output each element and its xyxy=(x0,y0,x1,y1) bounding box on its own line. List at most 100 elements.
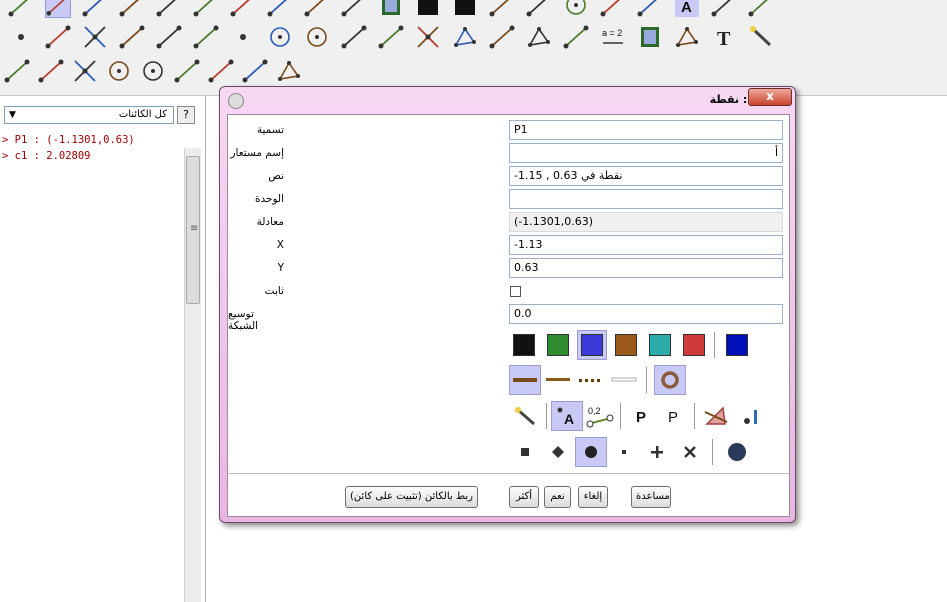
dialog-close-button[interactable]: x xyxy=(748,88,792,106)
point-style-dot[interactable] xyxy=(575,437,607,467)
point-style-diamond[interactable] xyxy=(542,437,574,467)
point-size-button[interactable] xyxy=(721,437,753,467)
object-filter-select[interactable]: ▼ كل الكائنات xyxy=(4,106,174,124)
point-style-square[interactable] xyxy=(509,437,541,467)
field-label-x: X xyxy=(276,239,284,251)
point-style-small-dot[interactable] xyxy=(608,437,640,467)
color-swatch-2[interactable] xyxy=(543,330,573,360)
show-object-toggle[interactable] xyxy=(654,365,686,395)
line-style-brown[interactable] xyxy=(542,365,574,395)
cancel-button[interactable]: إلغاء xyxy=(578,486,608,508)
tool-text-A-button[interactable]: A xyxy=(674,0,700,18)
grid-label: توسيع الشبكة xyxy=(228,308,259,332)
tool-tangents-button[interactable] xyxy=(4,58,30,84)
line-style-thick[interactable] xyxy=(509,365,541,395)
animation-button[interactable] xyxy=(734,401,766,431)
algebra-help-button[interactable]: ? xyxy=(177,106,195,124)
caption-field[interactable]: نقطة في 0.63 , 1.15- xyxy=(509,166,783,186)
tool-conic-button[interactable] xyxy=(526,24,552,50)
graphics-view[interactable] xyxy=(796,96,947,602)
color-swatch-4[interactable] xyxy=(611,330,641,360)
plain-p-toggle[interactable]: P xyxy=(658,401,690,431)
tool-compass-button[interactable] xyxy=(341,24,367,50)
tool-circle-arc-button[interactable] xyxy=(106,58,132,84)
tool-line-two-points-button[interactable] xyxy=(45,24,71,50)
tool-black-square-button[interactable] xyxy=(415,0,441,18)
tool-slide-button[interactable] xyxy=(637,24,663,50)
magic-wand-button[interactable] xyxy=(509,401,541,431)
name-field[interactable]: P1 xyxy=(509,120,783,140)
tool-arrow-button[interactable] xyxy=(600,0,626,18)
line-style-thin[interactable] xyxy=(608,365,640,395)
tool-locus-2-button[interactable] xyxy=(174,58,200,84)
tool-slider-button[interactable] xyxy=(267,0,293,18)
more-button[interactable]: أكثر xyxy=(509,486,539,508)
alias-field[interactable]: أ xyxy=(509,143,783,163)
fixed-checkbox[interactable] xyxy=(510,286,521,297)
tool-text-button[interactable]: T xyxy=(711,24,737,50)
label-value-toggle[interactable]: 0,2 xyxy=(584,401,616,431)
tool-intersect-button[interactable] xyxy=(82,24,108,50)
tool-rotate-button[interactable] xyxy=(82,0,108,18)
point-style-cross[interactable] xyxy=(674,437,706,467)
color-picker-button[interactable] xyxy=(722,330,752,360)
tool-segment-button[interactable] xyxy=(119,24,145,50)
algebra-item-c1[interactable]: > c1 : 2.02809 xyxy=(2,150,91,162)
tool-circle-tool-button[interactable] xyxy=(563,0,589,18)
tool-circle-center-point-button[interactable] xyxy=(140,58,166,84)
algebra-scrollbar[interactable]: ≡ xyxy=(184,148,201,602)
color-swatch-1[interactable] xyxy=(509,330,539,360)
tool-parallel-button[interactable] xyxy=(378,24,404,50)
x-field[interactable]: -1.13 xyxy=(509,235,783,255)
y-field[interactable]: 0.63 xyxy=(509,258,783,278)
tool-pen-button[interactable] xyxy=(489,0,515,18)
tool-circle-center-button[interactable] xyxy=(267,24,293,50)
ok-button[interactable]: نعم xyxy=(544,486,571,508)
tool-image-button[interactable] xyxy=(230,0,256,18)
label-name-toggle[interactable]: A xyxy=(551,401,583,431)
tool-triangle-button[interactable] xyxy=(276,58,302,84)
help-button[interactable]: مساعدة xyxy=(631,486,671,508)
tool-polar-button[interactable] xyxy=(38,58,64,84)
unit-field[interactable] xyxy=(509,189,783,209)
tool-reflect-button[interactable] xyxy=(341,0,367,18)
color-swatch-6[interactable] xyxy=(679,330,709,360)
tool-relation-button[interactable]: a = 2 xyxy=(600,24,626,50)
tool-translate-button[interactable] xyxy=(242,58,268,84)
point-style-plus[interactable] xyxy=(641,437,673,467)
tool-polygon-regular-button[interactable] xyxy=(674,24,700,50)
tool-new-point-button[interactable] xyxy=(8,24,34,50)
tool-move-view-button[interactable] xyxy=(156,0,182,18)
scrollbar-thumb[interactable]: ≡ xyxy=(186,156,200,304)
tool-midpoint-button[interactable] xyxy=(230,24,256,50)
tool-function-inspector-button[interactable] xyxy=(304,0,330,18)
tool-locus-button[interactable] xyxy=(563,24,589,50)
tool-insert-text-button[interactable] xyxy=(193,0,219,18)
tool-more-button[interactable] xyxy=(748,0,774,18)
tool-cursor-button[interactable] xyxy=(637,0,663,18)
attach-pin-button[interactable]: (ربط بالكائن (تثبيت على كائن xyxy=(345,486,478,508)
tool-transform-button[interactable] xyxy=(119,0,145,18)
tool-film-button[interactable] xyxy=(378,0,404,18)
tool-perpendicular-button[interactable] xyxy=(415,24,441,50)
algebra-item-p1[interactable]: > P1 : (-1.1301,0.63) xyxy=(2,134,135,146)
tool-point-label-button[interactable] xyxy=(711,0,737,18)
tool-angle-bisector-button[interactable] xyxy=(72,58,98,84)
tool-black-square-2-button[interactable] xyxy=(452,0,478,18)
tool-circle-three-points-button[interactable] xyxy=(304,24,330,50)
tool-move-graphics-button[interactable] xyxy=(45,0,71,18)
line-style-dotted[interactable] xyxy=(575,365,607,395)
tool-magic-wand-button[interactable] xyxy=(748,24,774,50)
bold-p-toggle[interactable]: P xyxy=(626,401,658,431)
tool-vector-button[interactable] xyxy=(193,24,219,50)
color-swatch-5[interactable] xyxy=(645,330,675,360)
color-swatch-3[interactable] xyxy=(577,330,607,360)
tool-point-arrow-button[interactable] xyxy=(8,0,34,18)
grid-field[interactable]: 0.0 xyxy=(509,304,783,324)
tool-ray-button[interactable] xyxy=(156,24,182,50)
trace-button[interactable] xyxy=(700,401,732,431)
tool-angle-button[interactable] xyxy=(489,24,515,50)
tool-polygon-button[interactable] xyxy=(452,24,478,50)
tool-line-tool-button[interactable] xyxy=(526,0,552,18)
tool-dilate-button[interactable] xyxy=(208,58,234,84)
